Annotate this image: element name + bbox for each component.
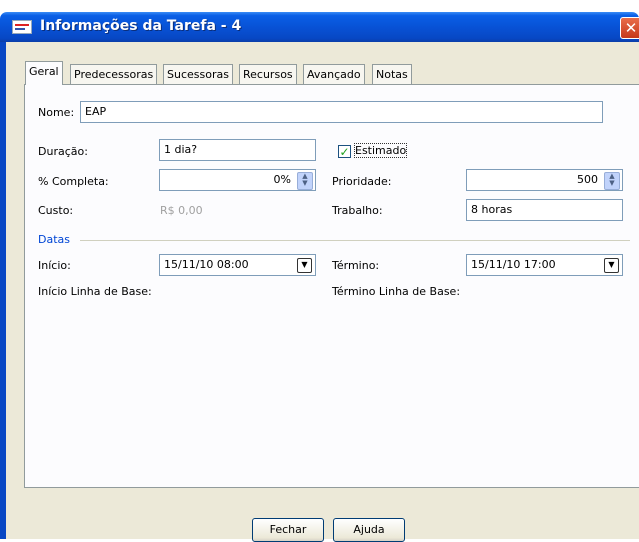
spinner-arrows-icon[interactable]: ▲ ▼ — [604, 172, 620, 190]
termino-linha-base-label: Término Linha de Base: — [332, 285, 461, 298]
chevron-down-icon[interactable]: ▼ — [297, 258, 312, 273]
trabalho-input[interactable]: 8 horas — [466, 199, 623, 221]
estimado-label[interactable]: Estimado — [353, 143, 408, 158]
close-button[interactable]: ✕ — [620, 17, 639, 39]
tab-predecessoras[interactable]: Predecessoras — [70, 64, 158, 84]
prioridade-label: Prioridade: — [332, 175, 392, 188]
window-title: Informações da Tarefa - 4 — [40, 18, 242, 34]
ajuda-button[interactable]: Ajuda — [333, 518, 405, 542]
close-icon: ✕ — [624, 19, 638, 37]
estimado-checkbox[interactable]: ✓ — [338, 145, 351, 158]
nome-label: Nome: — [38, 106, 75, 119]
prioridade-spinner[interactable]: 500 ▲ ▼ — [466, 169, 623, 191]
termino-label: Término: — [332, 259, 380, 272]
completa-value: 0% — [273, 173, 291, 186]
fechar-button[interactable]: Fechar — [252, 518, 324, 542]
inicio-date-field[interactable]: 15/11/10 08:00 ▼ — [159, 254, 316, 276]
app-icon — [12, 20, 32, 34]
completa-spinner[interactable]: 0% ▲ ▼ — [159, 169, 316, 191]
duracao-label: Duração: — [38, 145, 88, 158]
tab-avancado[interactable]: Avançado — [303, 64, 365, 84]
checkmark-icon: ✓ — [339, 145, 350, 159]
completa-label: % Completa: — [38, 175, 109, 188]
tab-geral[interactable]: Geral — [25, 61, 63, 85]
prioridade-value: 500 — [577, 173, 598, 186]
custo-label: Custo: — [38, 204, 74, 217]
termino-date-value: 15/11/10 17:00 — [471, 258, 556, 271]
datas-divider — [80, 240, 630, 241]
chevron-down-icon[interactable]: ▼ — [604, 258, 619, 273]
nome-input[interactable]: EAP — [80, 101, 603, 123]
inicio-date-value: 15/11/10 08:00 — [164, 258, 249, 271]
termino-date-field[interactable]: 15/11/10 17:00 ▼ — [466, 254, 623, 276]
tab-notas[interactable]: Notas — [372, 64, 412, 84]
trabalho-label: Trabalho: — [332, 204, 383, 217]
spinner-arrows-icon[interactable]: ▲ ▼ — [297, 172, 313, 190]
custo-value: R$ 0,00 — [160, 204, 203, 217]
duracao-input[interactable]: 1 dia? — [159, 139, 316, 161]
inicio-linha-base-label: Início Linha de Base: — [38, 285, 152, 298]
inicio-label: Início: — [38, 259, 71, 272]
tab-sucessoras[interactable]: Sucessoras — [163, 64, 233, 84]
tab-recursos[interactable]: Recursos — [239, 64, 297, 84]
datas-legend: Datas — [38, 233, 70, 246]
